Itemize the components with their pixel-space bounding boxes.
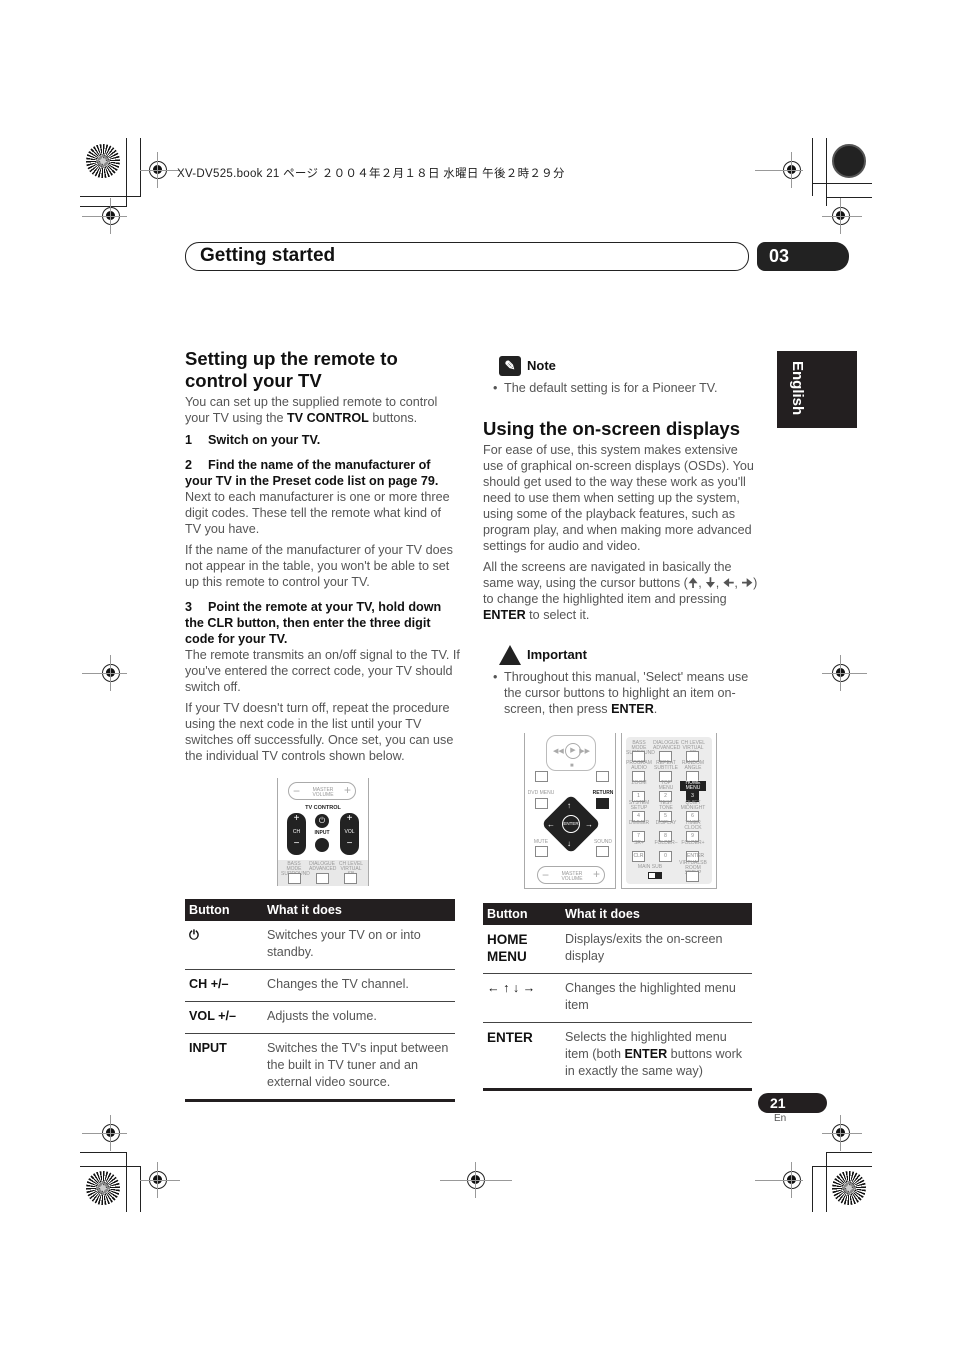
page-language: En [774, 1113, 787, 1124]
keypad-label: TIMER CLOCK [684, 820, 702, 831]
input-label: INPUT [314, 830, 330, 836]
table-row: VOL +/– Adjusts the volume. [185, 1001, 455, 1034]
keypad-button[interactable]: CLR [632, 851, 645, 862]
column-header-what-it-does: What it does [263, 899, 455, 921]
input-button[interactable] [315, 838, 329, 852]
osd-paragraph-2: All the screens are navigated in basical… [483, 560, 758, 622]
left-arrow-icon: ← [547, 820, 555, 829]
color-calibration-mark-icon [832, 144, 866, 178]
keypad-label: TOP MENU [658, 780, 674, 791]
main-sub-switch[interactable] [648, 872, 662, 879]
keypad-label: FOLDER– [654, 840, 678, 846]
power-button[interactable]: ⏻ [315, 814, 329, 828]
step-3-body-2: If your TV doesn't turn off, repeat the … [185, 701, 454, 763]
osd-remote-illustration-right: BASS MODE SURROUNDDIALOGUE ADVANCEDCH LE… [621, 733, 717, 889]
section-heading-osd: Using the on-screen displays [483, 418, 741, 439]
column-header-button: Button [185, 899, 263, 921]
tv-control-label: TV CONTROL [305, 805, 341, 811]
right-column: ✎ Note The default setting is for a Pion… [483, 356, 758, 722]
language-tab-label: English [789, 361, 806, 416]
keypad-label: DISPLAY [655, 820, 677, 826]
column-header-button: Button [483, 903, 561, 925]
playback-dpad: ◀◀ ▶ ▶▶ ■ [546, 735, 596, 771]
prev-button[interactable] [535, 771, 548, 782]
osd-function-table: Button What it does HOME MENU Displays/e… [483, 903, 752, 1091]
section-heading-remote-setup: Setting up the remote to control your TV [185, 348, 398, 391]
right-arrow-icon: → [585, 820, 593, 829]
left-column: Setting up the remote to control your TV… [185, 348, 460, 769]
enter-button[interactable]: ENTER [562, 815, 580, 833]
cursor-arrows-icon: ← ↑ ↓ → [483, 973, 561, 1023]
return-button[interactable] [596, 798, 609, 809]
important-header: Important [499, 645, 758, 665]
tv-control-function-table: Button What it does ⏻ Switches your TV o… [185, 899, 455, 1102]
osd-paragraph-1: For ease of use, this system makes exten… [483, 443, 754, 553]
dvd-menu-button[interactable] [535, 798, 548, 809]
keypad-label: SR+ [634, 840, 644, 846]
tv-control-remote-illustration: − MASTER VOLUME + TV CONTROL + CH − ⏻ INPU… [277, 778, 369, 886]
keypad-label: TEST TONE [659, 800, 673, 811]
color-calibration-mark-icon [86, 1171, 120, 1205]
step-3: 3 Point the remote at your TV, hold down … [185, 600, 442, 646]
column-header-what-it-does: What it does [561, 903, 752, 925]
table-row: HOME MENU Displays/exits the on-screen d… [483, 925, 752, 974]
down-arrow-icon: ↓ [567, 839, 571, 848]
color-calibration-mark-icon [86, 144, 120, 178]
table-row: ← ↑ ↓ → Changes the highlighted menu ite… [483, 973, 752, 1023]
osd-remote-illustration-left: ◀◀ ▶ ▶▶ ■ DVD MENU RETURN ENTER ↑ ↓ ← → … [524, 733, 616, 889]
note-header: ✎ Note [499, 356, 758, 376]
keypad-label: QUIET MIDNIGHT [680, 800, 706, 811]
intro-paragraph: You can set up the supplied remote to co… [185, 395, 438, 425]
keypad-label: ZOOM [631, 780, 647, 786]
keypad-label: PROGRAM AUDIO [626, 760, 652, 771]
step-1: 1 Switch on your TV. [185, 433, 321, 447]
next-button[interactable] [596, 771, 609, 782]
chapter-number: 03 [757, 242, 849, 271]
keypad-label: RANDOM ANGLE [681, 760, 705, 771]
keypad-label: REPEAT SUBTITLE [654, 760, 678, 771]
main-sub-switch-label: MAIN SUB [637, 864, 663, 870]
keypad-button[interactable]: 0 [659, 851, 672, 862]
print-header-text: XV-DV525.book 21 ページ ２００４年２月１８日 水曜日 午後２時… [177, 168, 565, 180]
keypad-label: HOME MENU [680, 781, 706, 791]
step-3-body: The remote transmits an on/off signal to… [185, 648, 460, 694]
chapter-title: Getting started [185, 242, 749, 271]
language-tab: English [777, 351, 857, 428]
sound-button[interactable] [596, 846, 609, 857]
up-arrow-icon: ↑ [567, 801, 571, 810]
step-2: 2 Find the name of the manufacturer of yo… [185, 458, 439, 488]
master-volume-rocker: − MASTER VOLUME + [288, 782, 356, 800]
power-icon: ⏻ [185, 921, 263, 970]
page-number: 21 [770, 1095, 786, 1111]
room-setup-button[interactable] [686, 871, 699, 882]
step-2-body: Next to each manufacturer is one or more… [185, 490, 450, 536]
page-number-badge: 21 [758, 1093, 827, 1113]
mute-button[interactable] [535, 846, 548, 857]
note-text: The default setting is for a Pioneer TV. [491, 380, 758, 396]
pencil-note-icon: ✎ [499, 356, 521, 376]
ch-rocker[interactable]: + CH − [287, 813, 306, 855]
step-2-body-2: If the name of the manufacturer of your … [185, 543, 453, 589]
keypad-label: FOLDER+ [681, 840, 705, 846]
table-row: ENTER Selects the highlighted menu item … [483, 1022, 752, 1091]
color-calibration-mark-icon [832, 1171, 866, 1205]
keypad-label: DIALOGUE ADVANCED [653, 740, 681, 751]
table-row: ⏻ Switches your TV on or into standby. [185, 921, 455, 970]
keypad-label: SYSTEM SETUP [628, 800, 650, 811]
table-row: CH +/– Changes the TV channel. [185, 969, 455, 1002]
warning-hand-icon [499, 645, 521, 665]
important-text: Throughout this manual, 'Select' means u… [491, 669, 758, 717]
keypad-label: DIMMER [628, 820, 650, 826]
table-row: INPUT Switches the TV's input between th… [185, 1033, 455, 1102]
vol-rocker[interactable]: + VOL − [340, 813, 359, 855]
master-volume-rocker: − MASTER VOLUME + [537, 866, 605, 884]
